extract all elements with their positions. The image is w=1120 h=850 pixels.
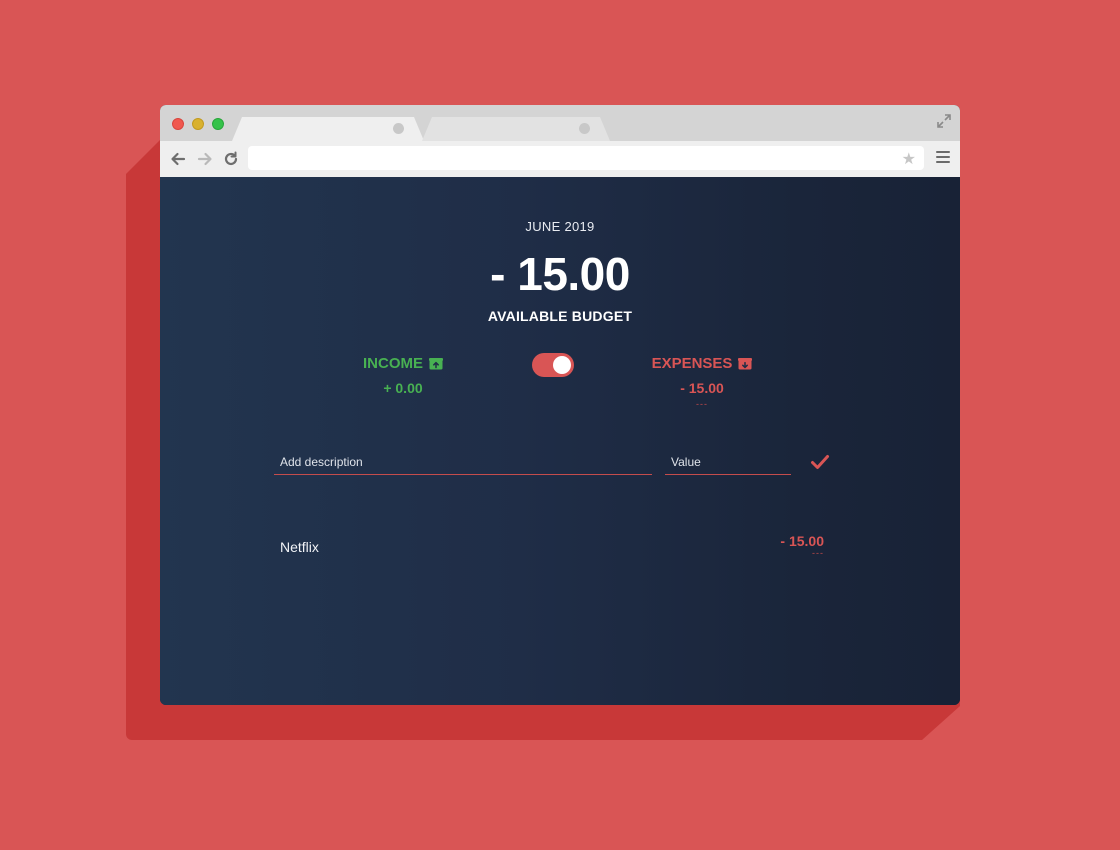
income-title: INCOME — [363, 355, 443, 372]
browser-toolbar: ★ — [160, 141, 960, 177]
forward-arrow-icon[interactable] — [196, 150, 214, 168]
expenses-title: EXPENSES — [652, 355, 753, 372]
toggle-knob — [553, 356, 571, 374]
expenses-summary: EXPENSES - 15.00 --- — [645, 355, 759, 409]
checkmark-icon[interactable] — [810, 454, 830, 470]
add-item-form — [160, 449, 960, 479]
bookmark-star-icon[interactable]: ★ — [902, 149, 916, 168]
box-up-icon — [429, 357, 443, 369]
tab-close-icon[interactable] — [579, 123, 590, 134]
expenses-value: - 15.00 — [680, 380, 724, 396]
item-percentage: --- — [812, 548, 824, 558]
browser-tab-inactive[interactable] — [422, 117, 610, 141]
income-label: INCOME — [363, 355, 423, 372]
description-input[interactable] — [274, 449, 652, 475]
expenses-label: EXPENSES — [651, 355, 733, 372]
address-bar[interactable]: ★ — [248, 146, 924, 170]
available-budget-value: - 15.00 — [490, 248, 630, 300]
available-budget-label: AVAILABLE BUDGET — [487, 308, 633, 324]
maximize-window-button[interactable] — [212, 118, 224, 130]
minimize-window-button[interactable] — [192, 118, 204, 130]
close-window-button[interactable] — [172, 118, 184, 130]
budget-app: JUNE 2019 - 15.00 AVAILABLE BUDGET INCOM… — [160, 177, 960, 705]
browser-tab-active[interactable] — [232, 117, 424, 141]
budget-month: JUNE 2019 — [525, 219, 595, 234]
income-expense-toggle[interactable] — [532, 353, 574, 377]
title-bar — [160, 105, 960, 141]
expand-icon[interactable] — [936, 113, 952, 129]
scene: ★ JUNE 2019 - 15.00 AVAILABLE BUDGET INC… — [0, 0, 1120, 850]
income-value: + 0.00 — [383, 380, 423, 396]
back-arrow-icon[interactable] — [169, 150, 187, 168]
menu-icon[interactable] — [936, 151, 950, 165]
expenses-percentage: --- — [696, 399, 708, 409]
item-value: - 15.00 — [780, 533, 824, 549]
tab-close-icon[interactable] — [393, 123, 404, 134]
box-down-icon — [738, 357, 753, 369]
list-item[interactable]: Netflix - 15.00 --- — [160, 533, 960, 573]
item-description: Netflix — [280, 539, 319, 555]
value-input[interactable] — [665, 449, 791, 475]
reload-icon[interactable] — [222, 150, 240, 168]
browser-window: ★ JUNE 2019 - 15.00 AVAILABLE BUDGET INC… — [160, 105, 960, 705]
income-summary: INCOME + 0.00 — [353, 355, 453, 396]
